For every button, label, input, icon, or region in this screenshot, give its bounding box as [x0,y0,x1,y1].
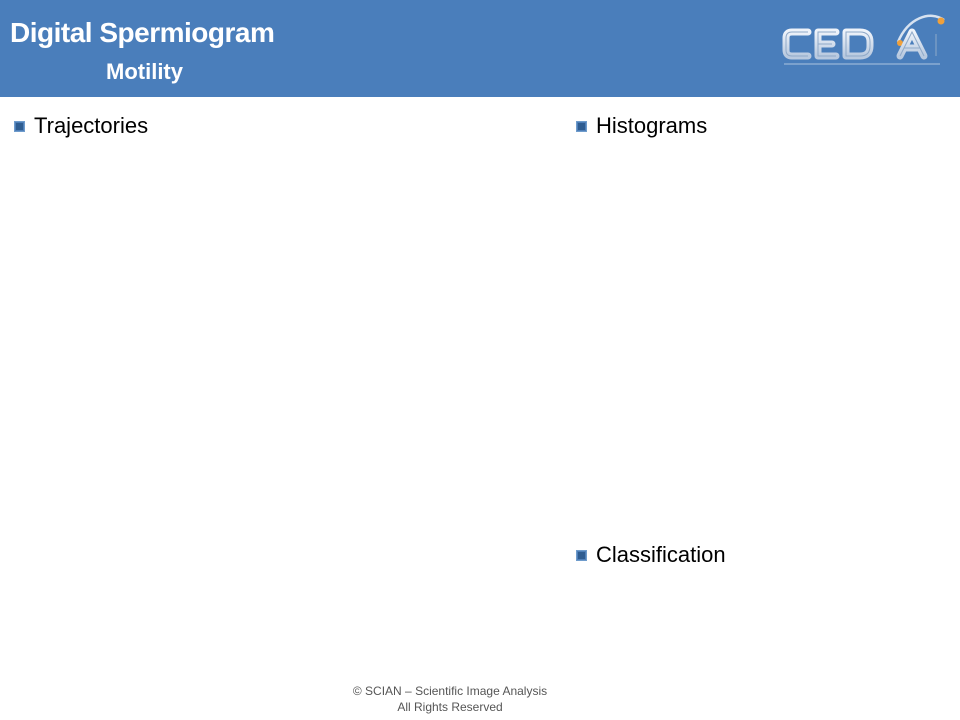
section-label: Classification [596,542,726,567]
bullet-square-icon [14,120,25,132]
bullet-square-icon [576,120,587,132]
section-trajectories: Trajectories [14,113,148,139]
section-histograms: Histograms [576,113,707,139]
slide-subtitle: Motility [106,59,183,84]
section-label: Histograms [596,113,708,138]
logo-tagline [784,63,940,65]
section-label: Trajectories [34,113,149,138]
copyright-line: © SCIAN – Scientific Image Analysis [352,684,548,698]
logo-accent-dot [937,17,945,25]
bullet-square-icon [576,549,587,561]
title-bar: Digital Spermiogram Motility [0,0,960,97]
cedai-logo-graphic [782,14,945,65]
slide-title: Digital Spermiogram [10,17,275,48]
cedai-logo [780,12,950,72]
rights-line: All Rights Reserved [397,700,503,714]
section-classification: Classification [576,542,726,568]
slide-footer: © SCIAN – Scientific Image Analysis All … [0,683,900,715]
